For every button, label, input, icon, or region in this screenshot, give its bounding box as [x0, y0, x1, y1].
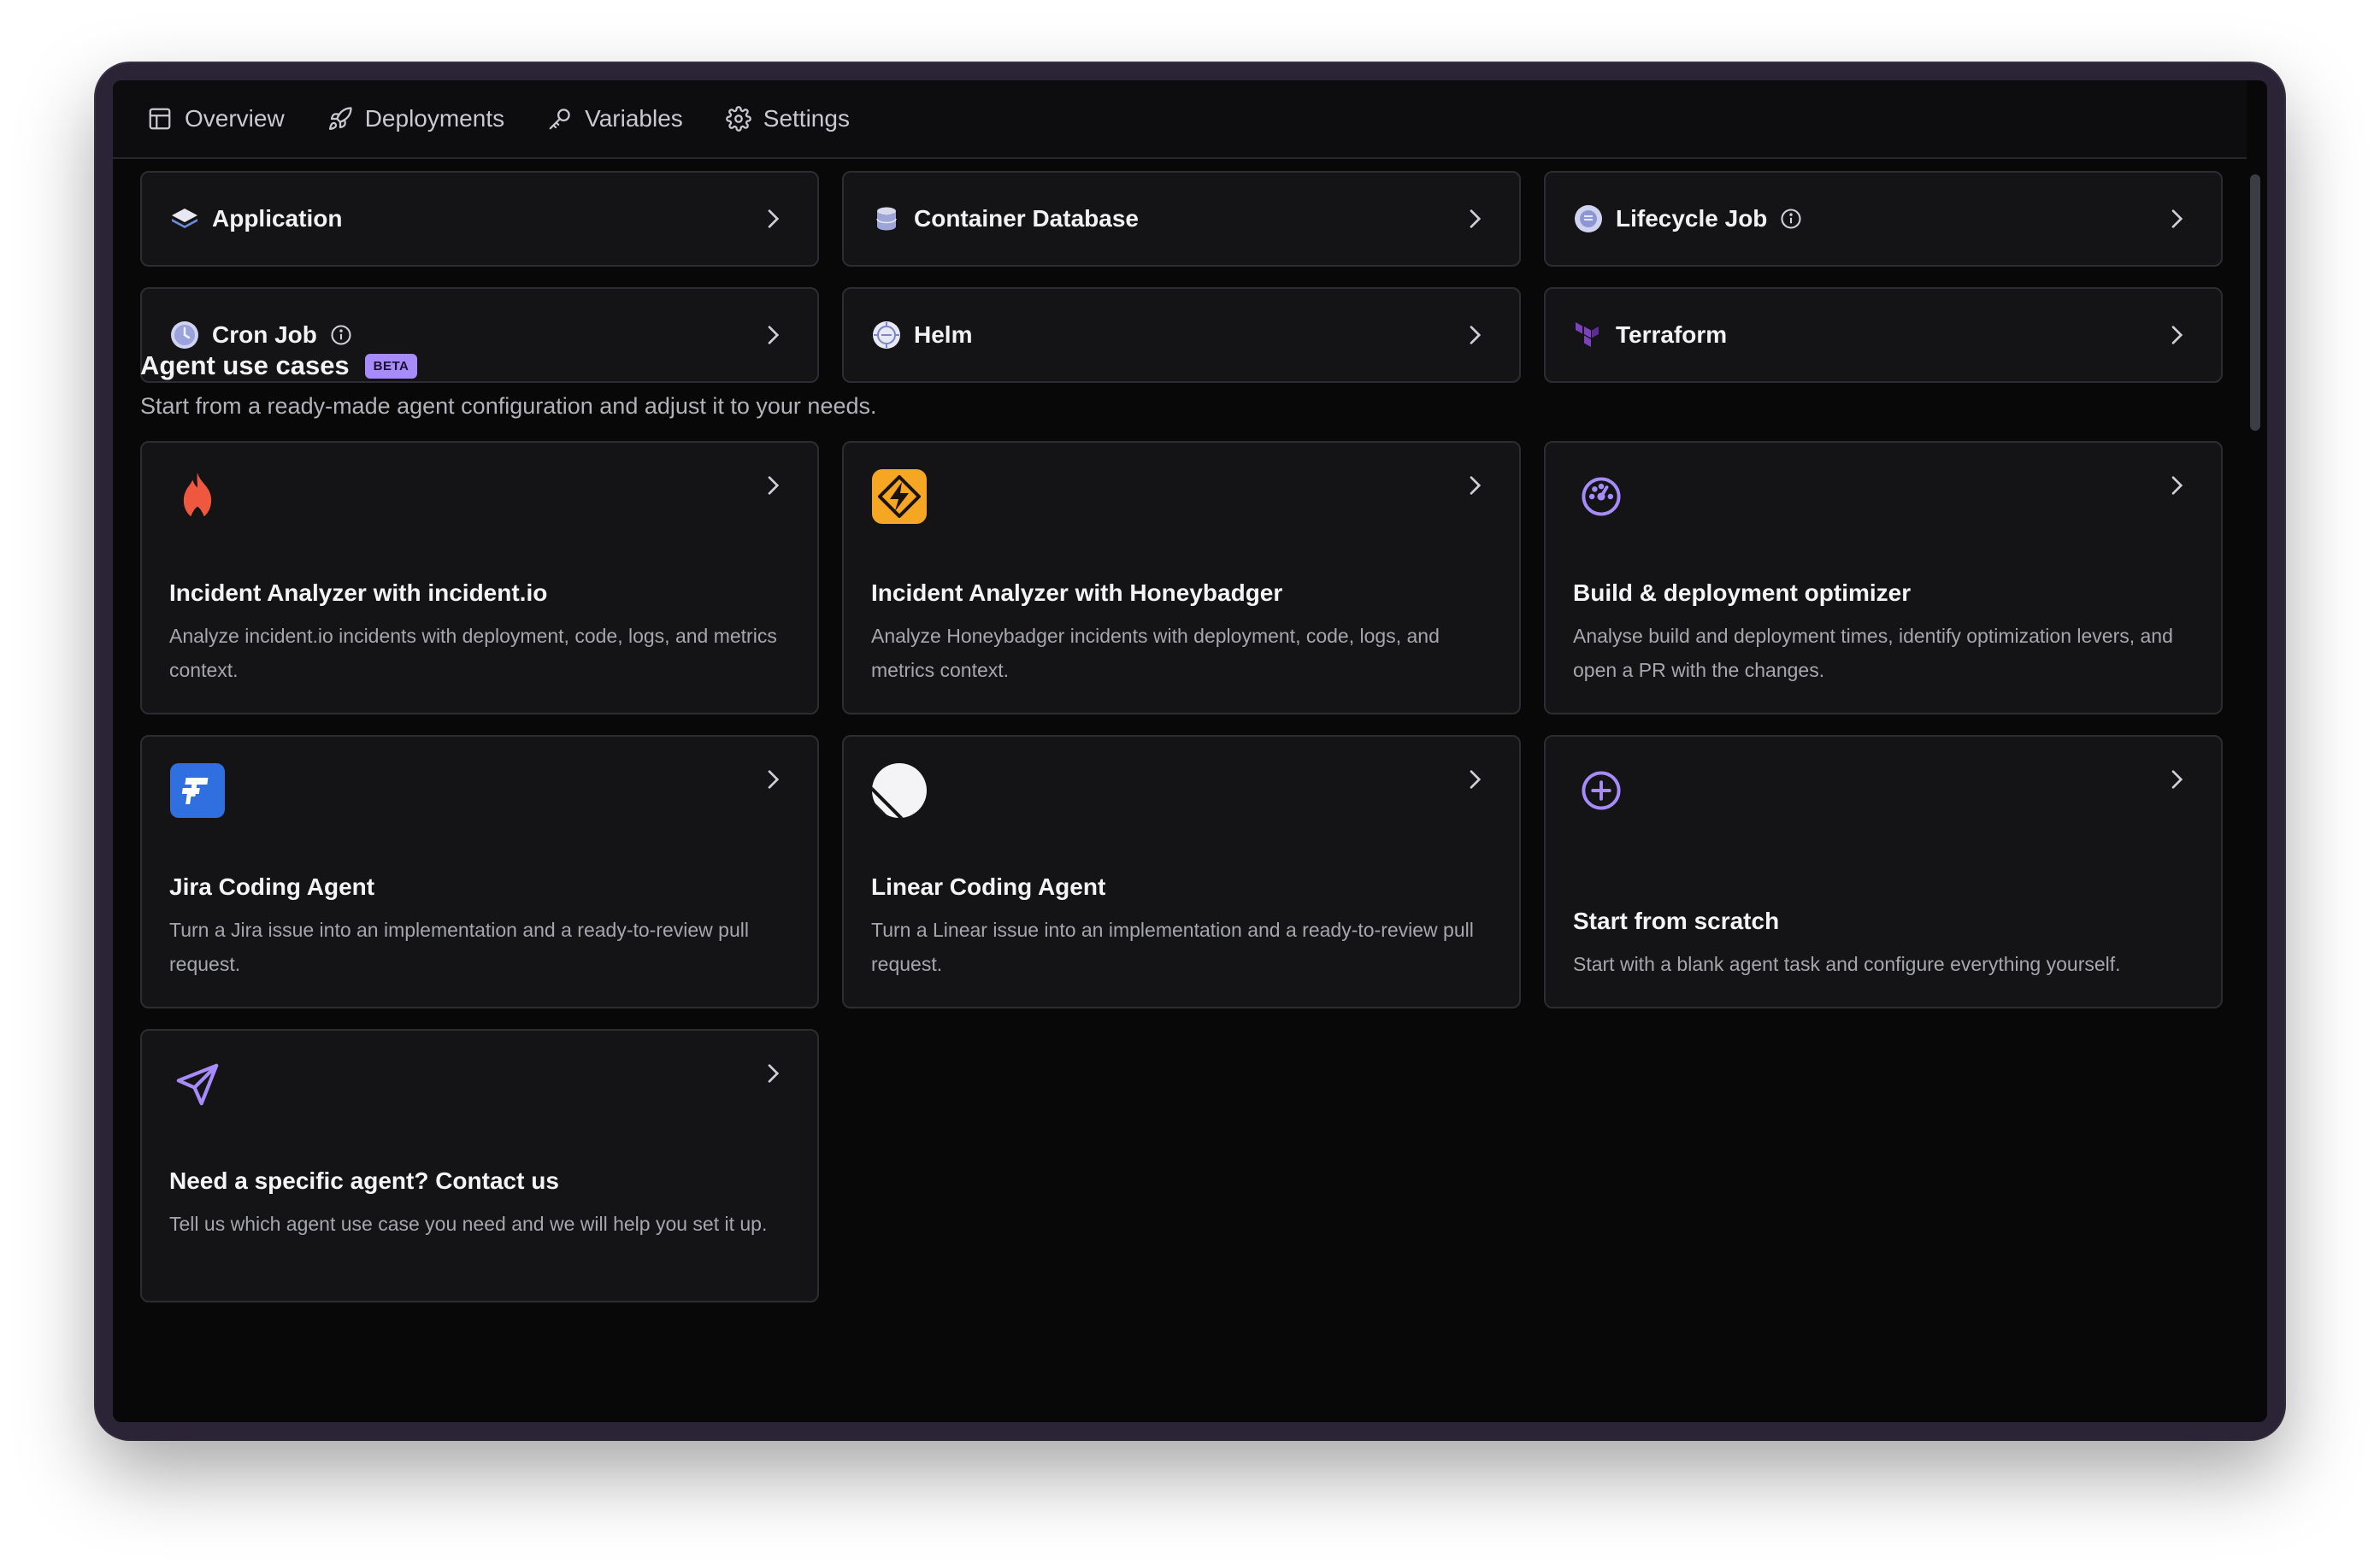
- service-card-application[interactable]: Application: [140, 171, 819, 267]
- agent-card-honeybadger[interactable]: Incident Analyzer with Honeybadger Analy…: [842, 441, 1521, 714]
- chevron-right-icon: [2171, 326, 2183, 344]
- agent-title: Start from scratch: [1573, 908, 1780, 934]
- chevron-right-icon: [768, 770, 780, 789]
- section-title: Agent use cases: [140, 350, 350, 380]
- chevron-right-icon: [2171, 770, 2183, 789]
- top-nav: Overview Deployments Variables Settings: [113, 80, 2247, 159]
- gear-icon: [725, 106, 751, 132]
- agent-description: Start with a blank agent task and config…: [1573, 953, 2121, 975]
- info-icon[interactable]: [329, 323, 353, 347]
- agent-description: Tell us which agent use case you need an…: [169, 1213, 768, 1235]
- terraform-icon: [1573, 320, 1604, 350]
- layers-icon: [169, 203, 200, 234]
- chevron-right-icon: [1470, 770, 1482, 789]
- service-card-lifecycle-job[interactable]: Lifecycle Job: [1544, 171, 2223, 267]
- tab-label: Deployments: [364, 105, 505, 132]
- agent-description: Analyse build and deployment times, iden…: [1573, 625, 2173, 681]
- chevron-right-icon: [768, 476, 780, 495]
- flame-icon: [169, 468, 226, 525]
- scrollbar[interactable]: [2250, 174, 2260, 431]
- tab-overview[interactable]: Overview: [147, 105, 285, 132]
- agent-card-contact[interactable]: Need a specific agent? Contact us Tell u…: [140, 1029, 819, 1302]
- key-icon: [549, 109, 570, 130]
- layout-icon: [149, 108, 171, 130]
- agent-card-scratch[interactable]: Start from scratch Start with a blank ag…: [1544, 735, 2223, 1008]
- linear-icon: [871, 762, 928, 819]
- gauge-icon: [1573, 468, 1629, 525]
- jira-icon: [169, 762, 226, 819]
- chevron-right-icon: [2171, 476, 2183, 495]
- agent-description: Turn a Jira issue into an implementation…: [169, 919, 749, 975]
- chevron-right-icon: [768, 209, 780, 228]
- tab-label: Variables: [585, 105, 683, 132]
- beta-badge: BETA: [364, 353, 418, 379]
- lifecycle-icon: [1573, 203, 1604, 234]
- agent-card-incident-io[interactable]: Incident Analyzer with incident.io Analy…: [140, 441, 819, 714]
- agent-section-header: Agent use cases BETA: [140, 350, 418, 381]
- tab-variables[interactable]: Variables: [547, 105, 683, 132]
- service-card-terraform[interactable]: Terraform: [1544, 287, 2223, 383]
- agent-title: Need a specific agent? Contact us: [169, 1167, 559, 1194]
- rocket-icon: [328, 107, 352, 130]
- agent-description: Analyze incident.io incidents with deplo…: [169, 625, 777, 681]
- database-icon: [871, 203, 902, 234]
- device-frame: Overview Deployments Variables Settings …: [96, 63, 2284, 1439]
- plus-circle-icon: [1573, 762, 1629, 819]
- agent-title: Build & deployment optimizer: [1573, 579, 1912, 606]
- info-icon[interactable]: [1779, 207, 1803, 231]
- chevron-right-icon: [1470, 476, 1482, 495]
- send-icon: [169, 1056, 226, 1113]
- service-label: Container Database: [914, 205, 1139, 232]
- chevron-right-icon: [1470, 209, 1482, 228]
- agent-title: Jira Coding Agent: [169, 873, 375, 900]
- tab-label: Overview: [185, 105, 285, 132]
- app-screen: Overview Deployments Variables Settings …: [113, 80, 2267, 1422]
- service-label: Cron Job: [212, 321, 317, 348]
- service-label: Helm: [914, 321, 973, 348]
- tab-deployments[interactable]: Deployments: [327, 105, 504, 132]
- agent-title: Incident Analyzer with Honeybadger: [871, 579, 1283, 606]
- chevron-right-icon: [768, 326, 780, 344]
- section-subtitle: Start from a ready-made agent configurat…: [140, 393, 877, 419]
- honeybadger-icon: [871, 468, 928, 525]
- clock-icon: [169, 320, 200, 350]
- chevron-right-icon: [2171, 209, 2183, 228]
- agent-title: Linear Coding Agent: [871, 873, 1106, 900]
- chevron-right-icon: [1470, 326, 1482, 344]
- tab-label: Settings: [763, 105, 850, 132]
- agent-card-jira[interactable]: Jira Coding Agent Turn a Jira issue into…: [140, 735, 819, 1008]
- agent-card-build-optimizer[interactable]: Build & deployment optimizer Analyse bui…: [1544, 441, 2223, 714]
- tab-settings[interactable]: Settings: [725, 105, 850, 132]
- helm-icon: [871, 320, 902, 350]
- service-card-container-database[interactable]: Container Database: [842, 171, 1521, 267]
- service-label: Terraform: [1616, 321, 1728, 348]
- agent-description: Analyze Honeybadger incidents with deplo…: [871, 625, 1440, 681]
- service-label: Application: [212, 205, 343, 232]
- service-card-helm[interactable]: Helm: [842, 287, 1521, 383]
- agent-card-linear[interactable]: Linear Coding Agent Turn a Linear issue …: [842, 735, 1521, 1008]
- chevron-right-icon: [768, 1064, 780, 1083]
- agent-title: Incident Analyzer with incident.io: [169, 579, 548, 606]
- service-label: Lifecycle Job: [1616, 205, 1768, 232]
- agent-description: Turn a Linear issue into an implementati…: [871, 919, 1474, 975]
